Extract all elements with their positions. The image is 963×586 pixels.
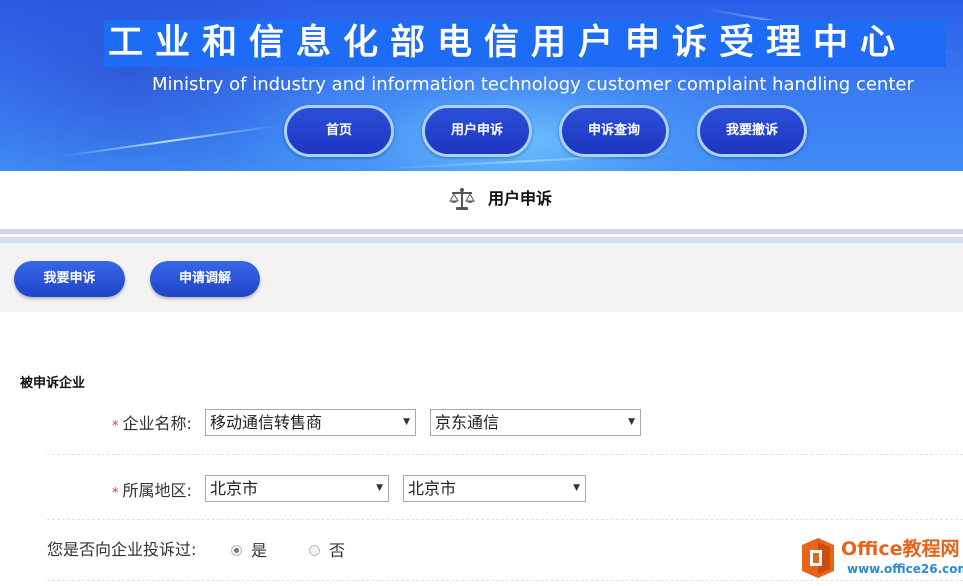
- watermark-brand: Office教程网: [841, 538, 960, 560]
- tab-request-mediation[interactable]: 申请调解: [150, 261, 260, 297]
- province-select[interactable]: 北京市 ▼: [205, 475, 389, 502]
- office-logo-icon: [802, 538, 834, 578]
- site-title: 工业和信息化部电信用户申诉受理中心: [104, 20, 946, 67]
- site-subtitle: Ministry of industry and information tec…: [152, 74, 914, 95]
- dropdown-arrow-icon: ▼: [403, 417, 410, 427]
- section-title-bar: [0, 171, 963, 229]
- dropdown-arrow-icon: ▼: [628, 417, 635, 427]
- radio-no-label: 否: [329, 541, 346, 560]
- region-label-text: 所属地区:: [122, 481, 192, 500]
- divider-stripe: [0, 229, 963, 234]
- radio-yes-label: 是: [251, 541, 268, 560]
- section-title: 用户申诉: [488, 189, 553, 208]
- nav-complaint-query-button[interactable]: 申诉查询: [559, 105, 669, 157]
- dropdown-arrow-icon: ▼: [376, 483, 383, 493]
- scale-icon: [449, 188, 475, 210]
- dropdown-arrow-icon: ▼: [573, 483, 580, 493]
- form-divider: [47, 519, 963, 520]
- form-divider: [47, 580, 963, 581]
- company-name-select[interactable]: 京东通信 ▼: [430, 409, 641, 436]
- region-label: * 所属地区:: [112, 480, 192, 504]
- complained-before-label: 您是否向企业投诉过:: [47, 540, 197, 559]
- watermark-url: www.office26.com: [847, 562, 963, 576]
- company-name-label: * 企业名称:: [112, 413, 192, 437]
- radio-no[interactable]: [309, 545, 320, 556]
- company-type-select[interactable]: 移动通信转售商 ▼: [205, 409, 416, 436]
- nav-user-complaint-button[interactable]: 用户申诉: [422, 105, 532, 157]
- tab-file-complaint[interactable]: 我要申诉: [14, 261, 125, 297]
- nav-home-button[interactable]: 首页: [284, 105, 394, 157]
- city-select[interactable]: 北京市 ▼: [403, 475, 586, 502]
- tab-row: [0, 243, 963, 312]
- company-name-value: 京东通信: [435, 413, 500, 432]
- company-type-value: 移动通信转售商: [210, 413, 323, 432]
- required-mark: *: [112, 419, 119, 434]
- required-mark: *: [112, 486, 119, 501]
- radio-yes[interactable]: [231, 545, 242, 556]
- nav-withdraw-complaint-button[interactable]: 我要撤诉: [697, 105, 807, 157]
- complained-company-heading: 被申诉企业: [20, 376, 86, 391]
- company-name-label-text: 企业名称:: [122, 414, 192, 433]
- province-value: 北京市: [210, 479, 259, 498]
- city-value: 北京市: [408, 479, 457, 498]
- form-divider: [47, 454, 963, 455]
